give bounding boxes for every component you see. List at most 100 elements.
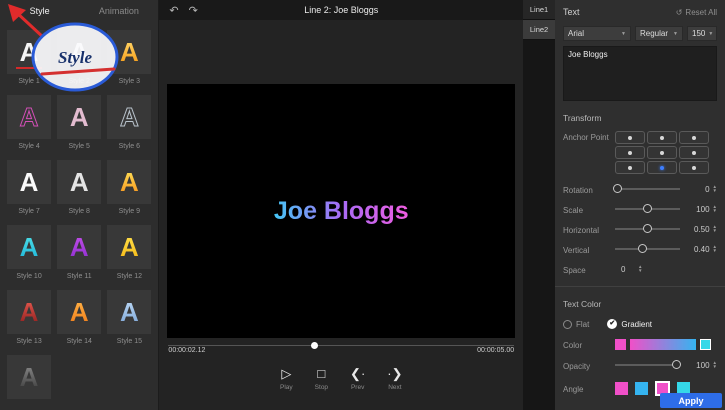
style-letter: A [70, 104, 89, 130]
prev-button[interactable]: ❮·Prev [350, 365, 365, 410]
style-tile[interactable]: A Style 8 [57, 160, 101, 216]
slider-knob[interactable] [613, 184, 622, 193]
anchor-cell[interactable] [615, 146, 645, 159]
style-tile[interactable]: AStyle 9 [107, 160, 151, 216]
playhead[interactable] [311, 342, 318, 349]
opacity-label: Opacity [563, 360, 615, 371]
prev-icon: ❮· [350, 365, 365, 383]
style-tile-label: Style 11 [57, 272, 101, 281]
angle-swatch[interactable] [635, 382, 648, 395]
stop-button[interactable]: □Stop [315, 365, 328, 410]
style-tile[interactable]: AStyle 7 [7, 160, 51, 216]
control-label: Next [387, 384, 402, 391]
style-tile-box: A [7, 290, 51, 334]
radio-circle-icon [563, 320, 572, 329]
style-tile-box: A [7, 225, 51, 269]
style-tile[interactable]: AStyle 13 [7, 290, 51, 346]
apply-button[interactable]: Apply [660, 393, 722, 408]
anchor-cell[interactable] [615, 131, 645, 144]
anchor-cell[interactable] [679, 146, 709, 159]
font-style-select[interactable]: Regular ▼ [635, 26, 683, 41]
style-tile-box: A [57, 30, 101, 74]
spinner-down-icon: ▼ [713, 229, 717, 234]
style-tile-label: Style 4 [7, 142, 51, 151]
gradient-bar[interactable] [630, 339, 696, 350]
gradient-start-swatch[interactable] [615, 339, 626, 350]
slider-knob[interactable] [643, 204, 652, 213]
style-tile[interactable]: AStyle 15 [107, 290, 151, 346]
anchor-cell[interactable] [679, 131, 709, 144]
style-tile-box: A [57, 225, 101, 269]
play-button[interactable]: ▷Play [280, 365, 293, 410]
slider-row-rotation: Rotation0▲▼ [563, 184, 717, 194]
tab-style[interactable]: Style [0, 6, 79, 16]
slider-spinner[interactable]: ▲▼ [713, 205, 717, 214]
slider-knob[interactable] [638, 244, 647, 253]
slider-label: Vertical [563, 244, 615, 255]
play-icon: ▷ [280, 365, 293, 383]
opacity-track[interactable] [615, 364, 680, 366]
slider-spinner[interactable]: ▲▼ [713, 225, 717, 234]
slider-value: 0.50 [688, 225, 710, 234]
slider-spinner[interactable]: ▲▼ [713, 185, 717, 194]
font-family-value: Arial [568, 29, 584, 38]
gradient-radio[interactable]: ✔ Gradient [607, 319, 652, 329]
style-tile-label: Style 12 [107, 272, 151, 281]
chevron-down-icon: ▼ [673, 31, 678, 37]
tab-animation[interactable]: Animation [79, 6, 158, 16]
timeline-track[interactable] [168, 345, 514, 346]
style-letter: A [120, 104, 139, 130]
style-tile[interactable]: AStyle 4 [7, 95, 51, 151]
anchor-cell[interactable] [679, 161, 709, 174]
space-spinner[interactable]: ▲ ▼ [638, 265, 642, 274]
slider-track[interactable] [615, 208, 680, 210]
angle-swatch[interactable] [615, 382, 628, 395]
style-tile[interactable]: AStyle 1 [7, 30, 51, 86]
undo-icon[interactable]: ↶ [169, 4, 178, 17]
stop-icon: □ [315, 365, 328, 383]
style-letter: A [70, 234, 89, 260]
anchor-cell[interactable] [647, 131, 677, 144]
line-item-line2[interactable]: Line2 [523, 20, 555, 40]
line-item-line1[interactable]: Line1 [523, 0, 555, 20]
slider-track[interactable] [615, 248, 680, 250]
anchor-dot [692, 151, 696, 155]
slider-track[interactable] [615, 228, 680, 230]
style-tile[interactable]: AStyle 3 [107, 30, 151, 86]
style-tile[interactable]: AStyle 2 [57, 30, 101, 86]
section-divider [555, 286, 725, 287]
slider-value: 0.40 [688, 245, 710, 254]
style-tile[interactable]: AStyle 6 [107, 95, 151, 151]
styles-panel: StyleAnimation AStyle 1AStyle 2AStyle 3A… [0, 0, 159, 410]
anchor-point-label: Anchor Point [563, 131, 615, 142]
gradient-end-swatch[interactable] [700, 339, 711, 350]
slider-track[interactable] [615, 188, 680, 190]
anchor-cell[interactable] [647, 146, 677, 159]
reset-all-button[interactable]: ↺ Reset All [676, 8, 717, 17]
anchor-cell[interactable] [647, 161, 677, 174]
style-tile[interactable]: A Style 11 [57, 225, 101, 281]
text-input[interactable]: Joe Bloggs [563, 46, 717, 101]
style-tile[interactable]: AStyle 14 [57, 290, 101, 346]
slider-label: Horizontal [563, 224, 615, 235]
style-letter: A [70, 169, 89, 195]
slider-spinner[interactable]: ▲▼ [713, 245, 717, 254]
style-letter: A [120, 234, 139, 260]
style-tile[interactable]: A [7, 355, 51, 402]
anchor-dot [692, 136, 696, 140]
canvas-text[interactable]: Joe Bloggs [274, 197, 409, 226]
opacity-knob[interactable] [672, 360, 681, 369]
style-tile[interactable]: AStyle 5 [57, 95, 101, 151]
redo-icon[interactable]: ↷ [189, 4, 198, 17]
flat-radio[interactable]: Flat [563, 320, 589, 329]
anchor-cell[interactable] [615, 161, 645, 174]
font-size-select[interactable]: 150 ▼ [687, 26, 717, 41]
opacity-spinner[interactable]: ▲ ▼ [713, 361, 717, 370]
font-family-select[interactable]: Arial ▼ [563, 26, 631, 41]
style-tile-label: Style 8 [57, 207, 101, 216]
next-button[interactable]: ·❯Next [387, 365, 402, 410]
slider-knob[interactable] [643, 224, 652, 233]
control-label: Play [280, 384, 293, 391]
style-tile[interactable]: AStyle 10 [7, 225, 51, 281]
style-tile[interactable]: A Style 12 [107, 225, 151, 281]
